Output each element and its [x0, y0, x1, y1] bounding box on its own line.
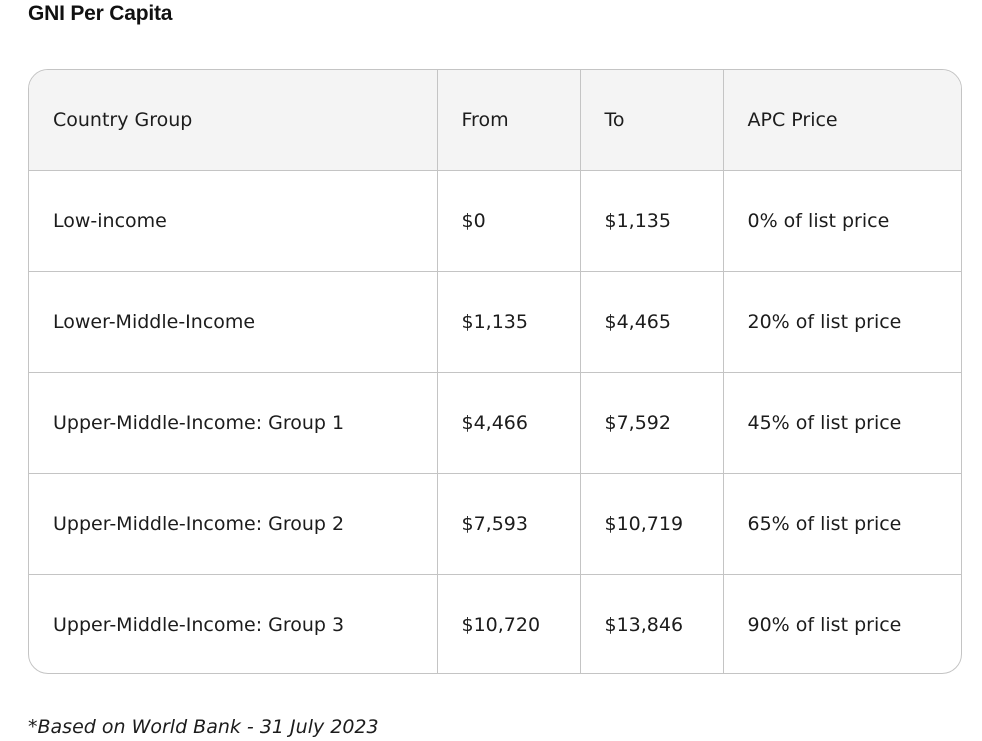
cell-to: $10,719 [580, 473, 724, 575]
header-to: To [580, 70, 724, 171]
cell-country-group: Upper-Middle-Income: Group 2 [29, 473, 438, 575]
cell-to: $13,846 [580, 574, 724, 673]
cell-apc-price: 0% of list price [723, 170, 961, 272]
cell-to: $7,592 [580, 372, 724, 474]
cell-from: $0 [437, 170, 581, 272]
cell-country-group: Lower-Middle-Income [29, 271, 438, 373]
cell-apc-price: 65% of list price [723, 473, 961, 575]
table-row: Low-income $0 $1,135 0% of list price [29, 170, 961, 272]
cell-from: $1,135 [437, 271, 581, 373]
cell-country-group: Low-income [29, 170, 438, 272]
table-row: Upper-Middle-Income: Group 2 $7,593 $10,… [29, 473, 961, 575]
header-from: From [437, 70, 581, 171]
cell-from: $10,720 [437, 574, 581, 673]
cell-apc-price: 45% of list price [723, 372, 961, 474]
table-row: Upper-Middle-Income: Group 1 $4,466 $7,5… [29, 372, 961, 474]
cell-to: $4,465 [580, 271, 724, 373]
cell-from: $7,593 [437, 473, 581, 575]
gni-pricing-table-container: Country Group From To APC Price Low-inco… [28, 69, 962, 674]
table-row: Upper-Middle-Income: Group 3 $10,720 $13… [29, 574, 961, 673]
gni-pricing-table: Country Group From To APC Price Low-inco… [29, 70, 961, 673]
table-header-row: Country Group From To APC Price [29, 70, 961, 171]
cell-apc-price: 20% of list price [723, 271, 961, 373]
cell-country-group: Upper-Middle-Income: Group 3 [29, 574, 438, 673]
footnote: *Based on World Bank - 31 July 2023 [28, 716, 379, 738]
table-row: Lower-Middle-Income $1,135 $4,465 20% of… [29, 271, 961, 373]
header-country-group: Country Group [29, 70, 438, 171]
header-apc-price: APC Price [723, 70, 961, 171]
cell-apc-price: 90% of list price [747, 614, 902, 636]
cell-country-group: Upper-Middle-Income: Group 1 [29, 372, 438, 474]
page-title: GNI Per Capita [28, 2, 173, 25]
cell-from: $4,466 [437, 372, 581, 474]
cell-to: $1,135 [580, 170, 724, 272]
